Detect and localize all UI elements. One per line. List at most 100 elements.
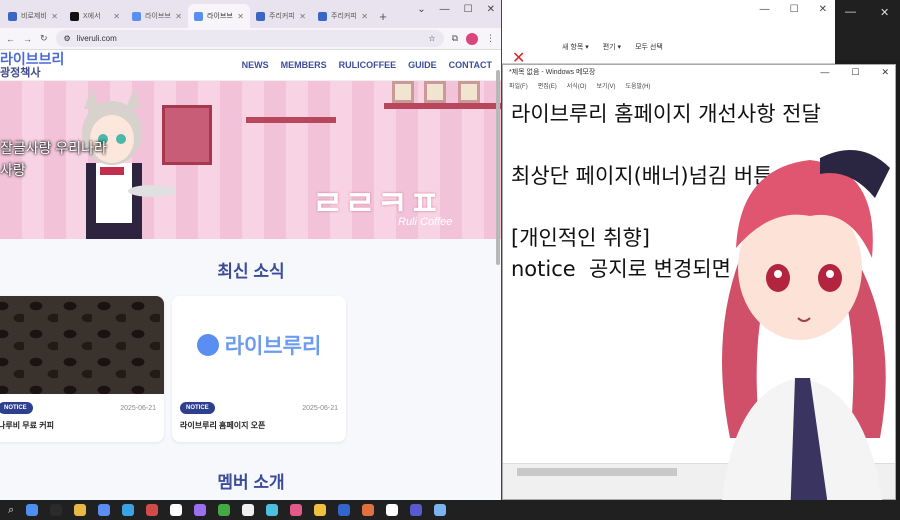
file-explorer-window: — ☐ ✕ ✕ 새 항목 ▾ 편기 ▾ 모두 선택 bbox=[502, 0, 835, 67]
forward-icon[interactable]: → bbox=[23, 34, 32, 44]
site-info-icon[interactable]: ⚙ bbox=[64, 34, 71, 43]
tab-label: X에서 bbox=[83, 13, 101, 20]
bookmark-star-icon[interactable]: ☆ bbox=[428, 34, 435, 43]
minimize-icon[interactable]: — bbox=[820, 67, 829, 78]
nav-news[interactable]: NEWS bbox=[242, 60, 269, 70]
tab-close-icon[interactable]: ✕ bbox=[299, 12, 306, 21]
news-title: 나루비 무료 커피 bbox=[0, 421, 54, 430]
nav-rulicoffee[interactable]: RULICOFFEE bbox=[339, 60, 397, 70]
tab-favicon-icon bbox=[70, 11, 79, 21]
news-card[interactable]: 라이브루리 NOTICE 2025-06-21 라이브루리 홈페이지 오픈 bbox=[172, 296, 346, 442]
tab-close-icon[interactable]: ✕ bbox=[113, 12, 120, 21]
vtuber-avatar bbox=[720, 150, 890, 520]
logo-icon bbox=[196, 334, 219, 356]
logo-text: 라이브루리 bbox=[224, 335, 322, 358]
taskbar-app-icon[interactable] bbox=[98, 504, 111, 516]
page-scrollbar[interactable] bbox=[496, 70, 500, 265]
tab-favicon-icon bbox=[132, 11, 141, 21]
address-bar[interactable]: ⚙ liveruli.com ☆ bbox=[55, 30, 444, 47]
chevron-down-icon[interactable]: ⌄ bbox=[417, 4, 425, 15]
extensions-icon[interactable]: ⧉ bbox=[452, 33, 458, 44]
tab-close-icon[interactable]: ✕ bbox=[361, 12, 368, 21]
web-page: 라이브브리 광정책사 NEWS MEMBERS RULICOFFEE GUIDE… bbox=[0, 50, 501, 500]
new-item-button[interactable]: 새 항목 ▾ bbox=[562, 42, 589, 52]
select-all-button[interactable]: 모두 선택 bbox=[635, 42, 663, 52]
taskbar-app-icon[interactable] bbox=[266, 504, 279, 516]
nav-members[interactable]: MEMBERS bbox=[281, 60, 327, 70]
menu-edit[interactable]: 편집(E) bbox=[538, 81, 557, 90]
browser-tab[interactable]: 주리커피 ✕ bbox=[250, 4, 312, 28]
site-logo[interactable]: 라이브브리 광정책사 bbox=[0, 52, 64, 80]
minimize-icon[interactable]: — bbox=[760, 4, 770, 15]
nav-guide[interactable]: GUIDE bbox=[408, 60, 437, 70]
tab-close-icon[interactable]: ✕ bbox=[237, 12, 244, 21]
menu-help[interactable]: 도움말(H) bbox=[626, 81, 651, 90]
close-icon[interactable]: ✕ bbox=[880, 6, 889, 19]
shelf bbox=[246, 117, 336, 123]
coffee-bag bbox=[458, 81, 480, 103]
browser-tab[interactable]: 라이브브 ✕ bbox=[188, 4, 250, 28]
stream-overlay-text: 잘글사랑 우리나라 사랑 bbox=[0, 140, 107, 178]
taskbar-app-icon[interactable] bbox=[122, 504, 135, 516]
taskbar-app-icon[interactable] bbox=[410, 504, 423, 516]
profile-avatar[interactable] bbox=[466, 32, 478, 45]
taskbar-app-icon[interactable] bbox=[434, 504, 447, 516]
site-header: 라이브브리 광정책사 NEWS MEMBERS RULICOFFEE GUIDE… bbox=[0, 50, 501, 81]
close-icon[interactable]: ✕ bbox=[487, 4, 495, 15]
tab-favicon-icon bbox=[194, 11, 203, 21]
taskbar-app-icon[interactable] bbox=[314, 504, 327, 516]
browser-tab[interactable]: X에서 ✕ bbox=[64, 4, 126, 28]
search-icon[interactable]: ⌕ bbox=[8, 504, 14, 517]
taskbar-app-icon[interactable] bbox=[338, 504, 351, 516]
browser-tab[interactable]: 주리커피 ✕ bbox=[312, 4, 374, 28]
scrollbar-thumb[interactable] bbox=[517, 468, 677, 476]
tab-close-icon[interactable]: ✕ bbox=[175, 12, 182, 21]
browser-tab[interactable]: 라이브브 ✕ bbox=[126, 4, 188, 28]
menu-icon[interactable]: ⋮ bbox=[486, 33, 495, 44]
notepad-title: *제목 없음 - Windows 메모장 bbox=[509, 69, 596, 76]
tab-bar: 비로제비 ✕ X에서 ✕ 라이브브 ✕ 라이브브 ✕ 주리커피 ✕ 주리커피 ✕ + ⌄ — ☐ ✕ bbox=[0, 0, 501, 28]
back-icon[interactable]: ← bbox=[6, 34, 15, 44]
tab-close-icon[interactable]: ✕ bbox=[51, 12, 58, 21]
news-heading: 최신 소식 bbox=[217, 262, 285, 281]
taskbar-app-icon[interactable] bbox=[194, 504, 207, 516]
taskbar-app-icon[interactable] bbox=[290, 504, 303, 516]
maximize-icon[interactable]: ☐ bbox=[851, 67, 859, 78]
news-title: 라이브루리 홈페이지 오픈 bbox=[180, 421, 266, 430]
news-cards: NOTICE 2025-06-21 나루비 무료 커피 라이브루리 NOTICE… bbox=[0, 296, 501, 446]
coffee-bag bbox=[392, 81, 414, 103]
taskbar-app-icon[interactable] bbox=[218, 504, 231, 516]
taskbar-app-icon[interactable] bbox=[242, 504, 255, 516]
taskbar-app-icon[interactable] bbox=[146, 504, 159, 516]
tab-label: 주리커피 bbox=[331, 13, 357, 20]
news-card[interactable]: NOTICE 2025-06-21 나루비 무료 커피 bbox=[0, 296, 164, 442]
member-heading: 멤버 소개 bbox=[217, 473, 285, 492]
close-icon[interactable]: ✕ bbox=[881, 67, 889, 78]
maximize-icon[interactable]: ☐ bbox=[464, 4, 473, 15]
minimize-icon[interactable]: — bbox=[845, 6, 856, 19]
menu-file[interactable]: 파일(F) bbox=[509, 81, 528, 90]
taskbar-app-icon[interactable] bbox=[74, 504, 87, 516]
taskbar-app-icon[interactable] bbox=[26, 504, 39, 516]
minimize-icon[interactable]: — bbox=[440, 4, 450, 15]
nav-contact[interactable]: CONTACT bbox=[449, 60, 492, 70]
browser-tab[interactable]: 비로제비 ✕ bbox=[2, 4, 64, 28]
coffee-bag bbox=[424, 81, 446, 103]
taskbar-app-icon[interactable] bbox=[362, 504, 375, 516]
notice-badge: NOTICE bbox=[180, 402, 215, 414]
taskbar-app-icon[interactable] bbox=[170, 504, 183, 516]
taskbar-app-icon[interactable] bbox=[386, 504, 399, 516]
hero-banner[interactable]: ㄹㄹㅋㅍ Ruli Coffee 잘글사랑 우리나라 사랑 bbox=[0, 81, 501, 239]
reload-icon[interactable]: ↻ bbox=[40, 33, 48, 44]
taskbar-app-icon[interactable] bbox=[50, 504, 63, 516]
notice-badge: NOTICE bbox=[0, 402, 33, 414]
hero-subtitle: Ruli Coffee bbox=[398, 216, 453, 228]
liveruli-logo-image: 라이브루리 bbox=[172, 296, 346, 394]
edit-button[interactable]: 편기 ▾ bbox=[603, 42, 621, 52]
maximize-icon[interactable]: ☐ bbox=[790, 4, 799, 15]
menu-view[interactable]: 보기(V) bbox=[596, 81, 615, 90]
menu-format[interactable]: 서식(O) bbox=[567, 81, 587, 90]
close-icon[interactable]: ✕ bbox=[819, 4, 827, 15]
new-tab-button[interactable]: + bbox=[374, 4, 392, 28]
tab-label: 라이브브 bbox=[207, 13, 233, 20]
